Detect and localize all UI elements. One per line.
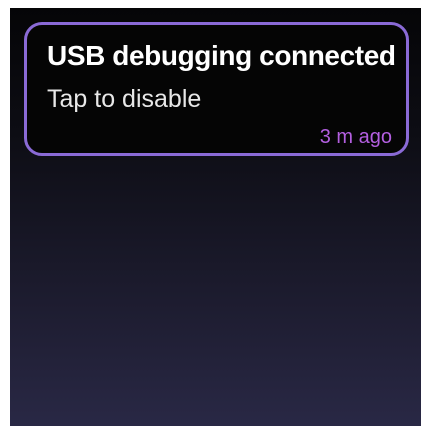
notification-subtitle: Tap to disable <box>47 85 202 113</box>
notification-title: USB debugging connected <box>47 40 396 71</box>
notification-timestamp: 3 m ago <box>319 126 392 148</box>
usb-debugging-notification[interactable]: USB debugging connected Tap to disable 3… <box>24 22 409 156</box>
watch-screen: USB debugging connected Tap to disable 3… <box>10 8 421 426</box>
